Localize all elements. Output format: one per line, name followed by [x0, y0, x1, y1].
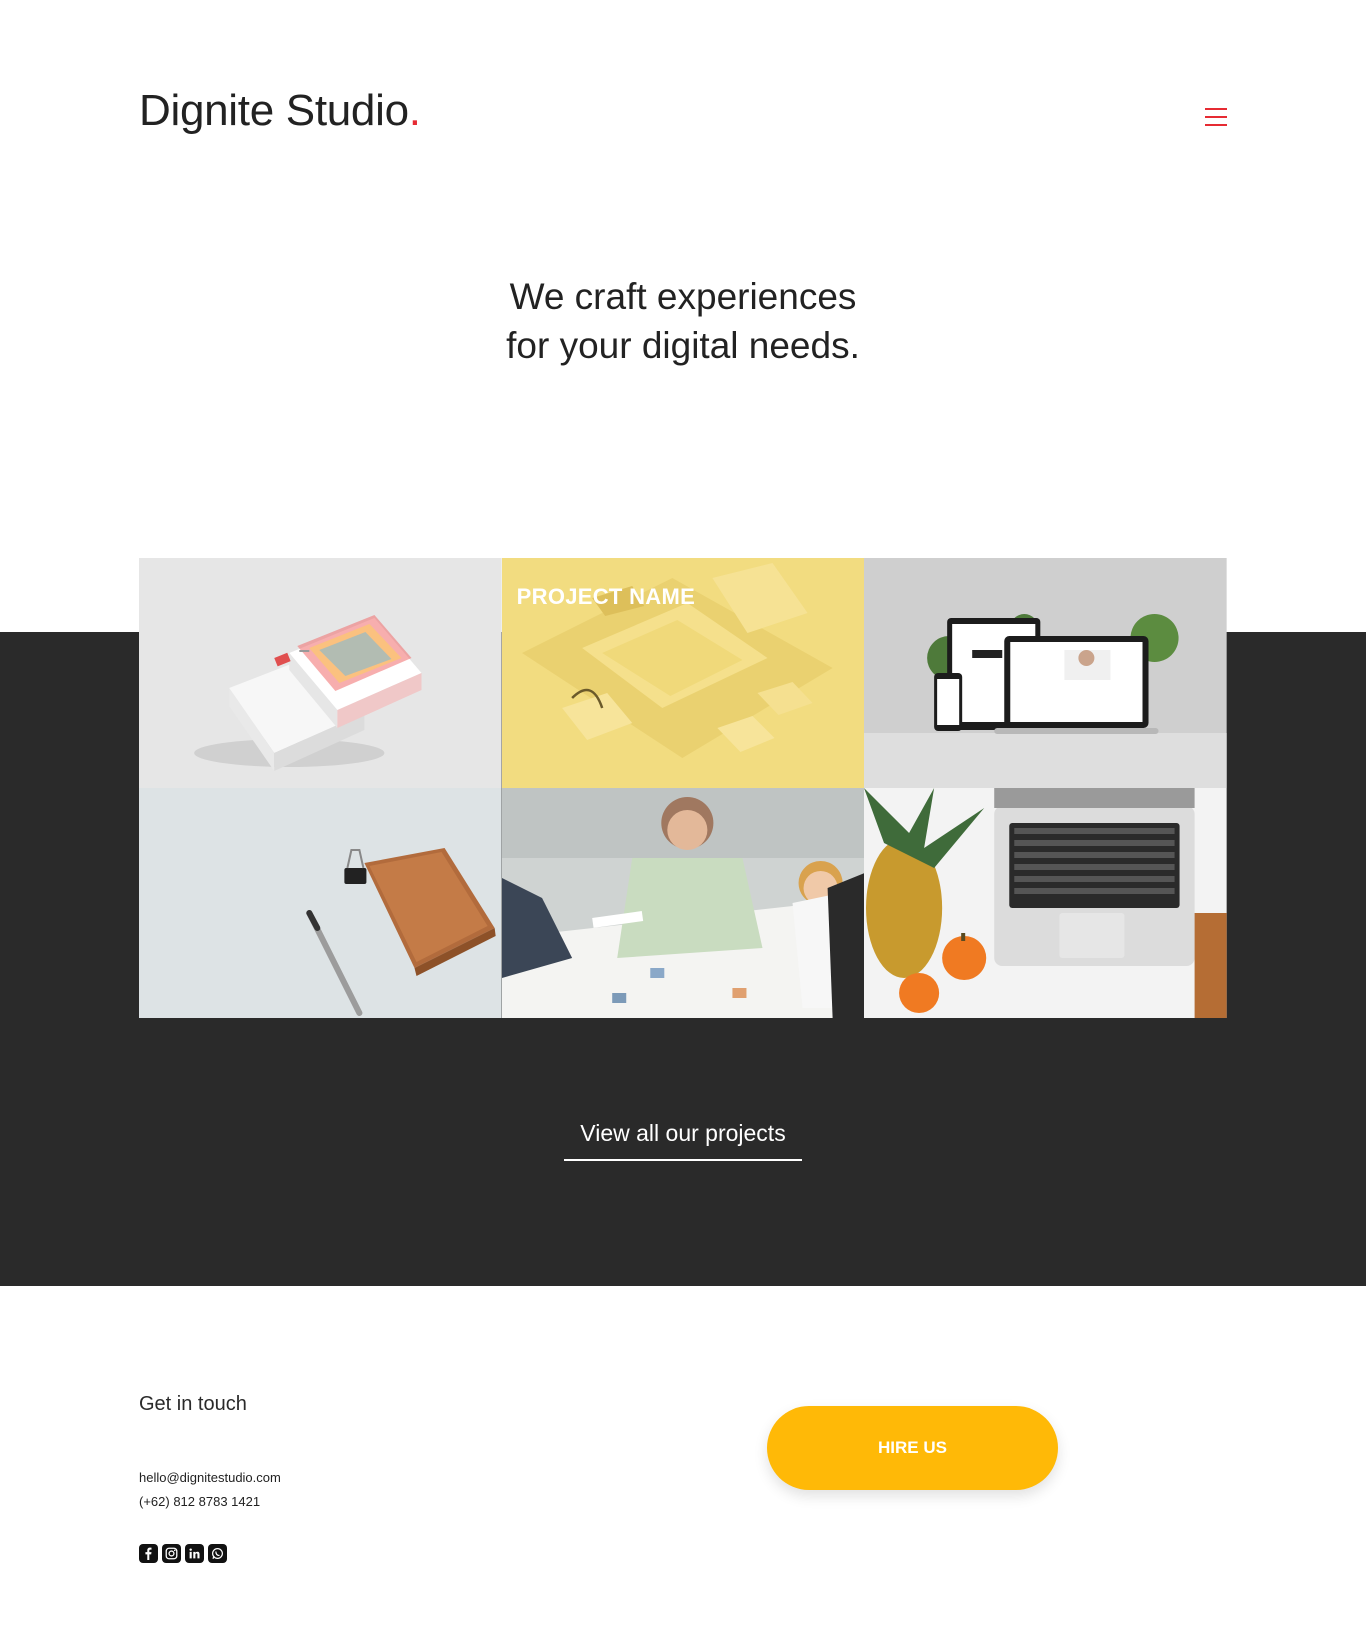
facebook-icon[interactable] — [139, 1544, 158, 1563]
project-grid: PROJECT NAME — [139, 558, 1227, 1018]
project-tile-team-meeting[interactable] — [501, 788, 865, 1018]
project-tile-business-cards[interactable] — [139, 558, 502, 788]
team-meeting-image — [501, 788, 865, 1018]
hire-us-button[interactable]: HIRE US — [767, 1406, 1058, 1490]
site-logo[interactable]: Dignite Studio. — [139, 86, 421, 136]
menu-line-top — [1205, 108, 1227, 110]
page: Dignite Studio. We craft experiences for… — [0, 0, 1366, 1630]
contact-phone[interactable]: (+62) 812 8783 1421 — [139, 1494, 260, 1509]
get-in-touch-heading: Get in touch — [139, 1393, 247, 1415]
instagram-icon[interactable] — [162, 1544, 181, 1563]
logo-text: Dignite Studio — [139, 86, 409, 135]
hamburger-menu-icon[interactable] — [1205, 108, 1227, 126]
project-tile-yellow-merch[interactable]: PROJECT NAME — [501, 558, 865, 788]
hero-line-1: We craft experiences — [509, 276, 857, 317]
contact-email[interactable]: hello@dignitestudio.com — [139, 1470, 281, 1485]
project-tile-laptop-fruits[interactable] — [864, 788, 1227, 1018]
responsive-devices-image — [864, 558, 1227, 788]
menu-line-bottom — [1205, 124, 1227, 126]
notebook-pen-image — [139, 788, 502, 1018]
hero-line-2: for your digital needs. — [506, 325, 860, 366]
project-tile-title: PROJECT NAME — [516, 584, 696, 609]
hero-heading: We craft experiences for your digital ne… — [0, 272, 1366, 370]
laptop-fruits-image — [864, 788, 1227, 1018]
social-links — [139, 1544, 227, 1563]
view-all-projects-link[interactable]: View all our projects — [564, 1117, 802, 1161]
linkedin-icon[interactable] — [185, 1544, 204, 1563]
project-tile-notebook-pen[interactable] — [139, 788, 502, 1018]
whatsapp-icon[interactable] — [208, 1544, 227, 1563]
business-cards-image — [139, 558, 502, 788]
project-tile-responsive-devices[interactable] — [864, 558, 1227, 788]
menu-line-middle — [1205, 116, 1227, 118]
logo-dot: . — [408, 86, 421, 135]
